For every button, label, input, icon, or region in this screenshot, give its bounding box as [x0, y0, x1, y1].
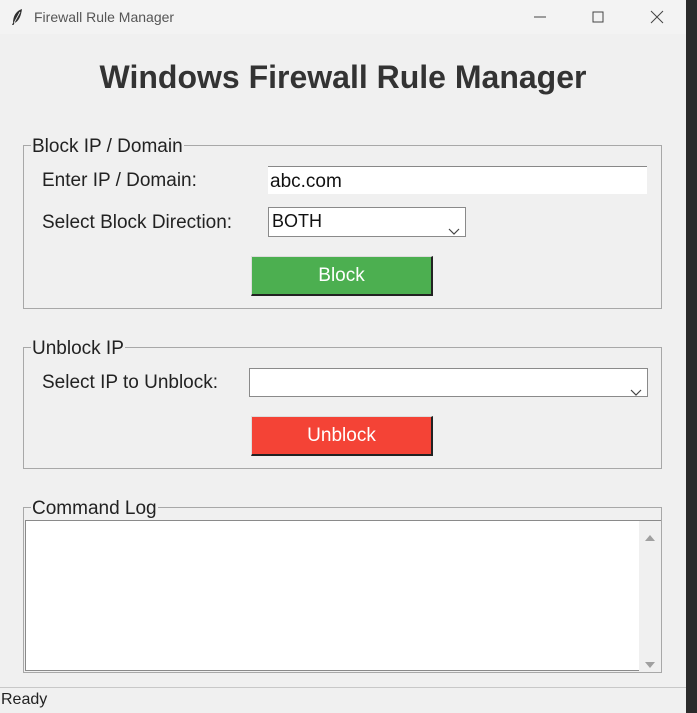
unblock-button[interactable]: Unblock	[251, 416, 433, 456]
feather-icon	[10, 8, 24, 26]
block-group-title: Block IP / Domain	[31, 136, 184, 157]
command-log-text[interactable]	[25, 520, 661, 671]
maximize-button[interactable]	[569, 0, 627, 34]
chevron-down-icon	[630, 378, 642, 404]
status-bar: Ready	[0, 687, 686, 713]
command-log-title: Command Log	[31, 498, 158, 519]
minimize-button[interactable]	[511, 0, 569, 34]
block-direction-label: Select Block Direction:	[42, 212, 233, 233]
scroll-up-icon[interactable]	[645, 528, 655, 546]
page-title: Windows Firewall Rule Manager	[99, 59, 587, 95]
status-text: Ready	[1, 691, 48, 708]
block-direction-select[interactable]: BOTH	[268, 207, 466, 237]
unblock-group-title: Unblock IP	[31, 338, 125, 359]
log-scrollbar[interactable]	[639, 521, 661, 671]
close-button[interactable]	[628, 0, 686, 34]
block-direction-value: BOTH	[272, 211, 323, 231]
app-window: Firewall Rule Manager Windows Firewall R…	[0, 0, 686, 713]
block-button[interactable]: Block	[251, 256, 433, 296]
chevron-down-icon	[448, 217, 460, 243]
scroll-down-icon[interactable]	[645, 656, 655, 674]
unblock-ip-select[interactable]	[249, 368, 648, 397]
window-title: Firewall Rule Manager	[34, 9, 175, 25]
unblock-ip-label: Select IP to Unblock:	[42, 372, 219, 393]
title-bar[interactable]: Firewall Rule Manager	[0, 0, 686, 34]
ip-domain-input[interactable]	[268, 166, 647, 194]
ip-domain-label: Enter IP / Domain:	[42, 170, 197, 191]
